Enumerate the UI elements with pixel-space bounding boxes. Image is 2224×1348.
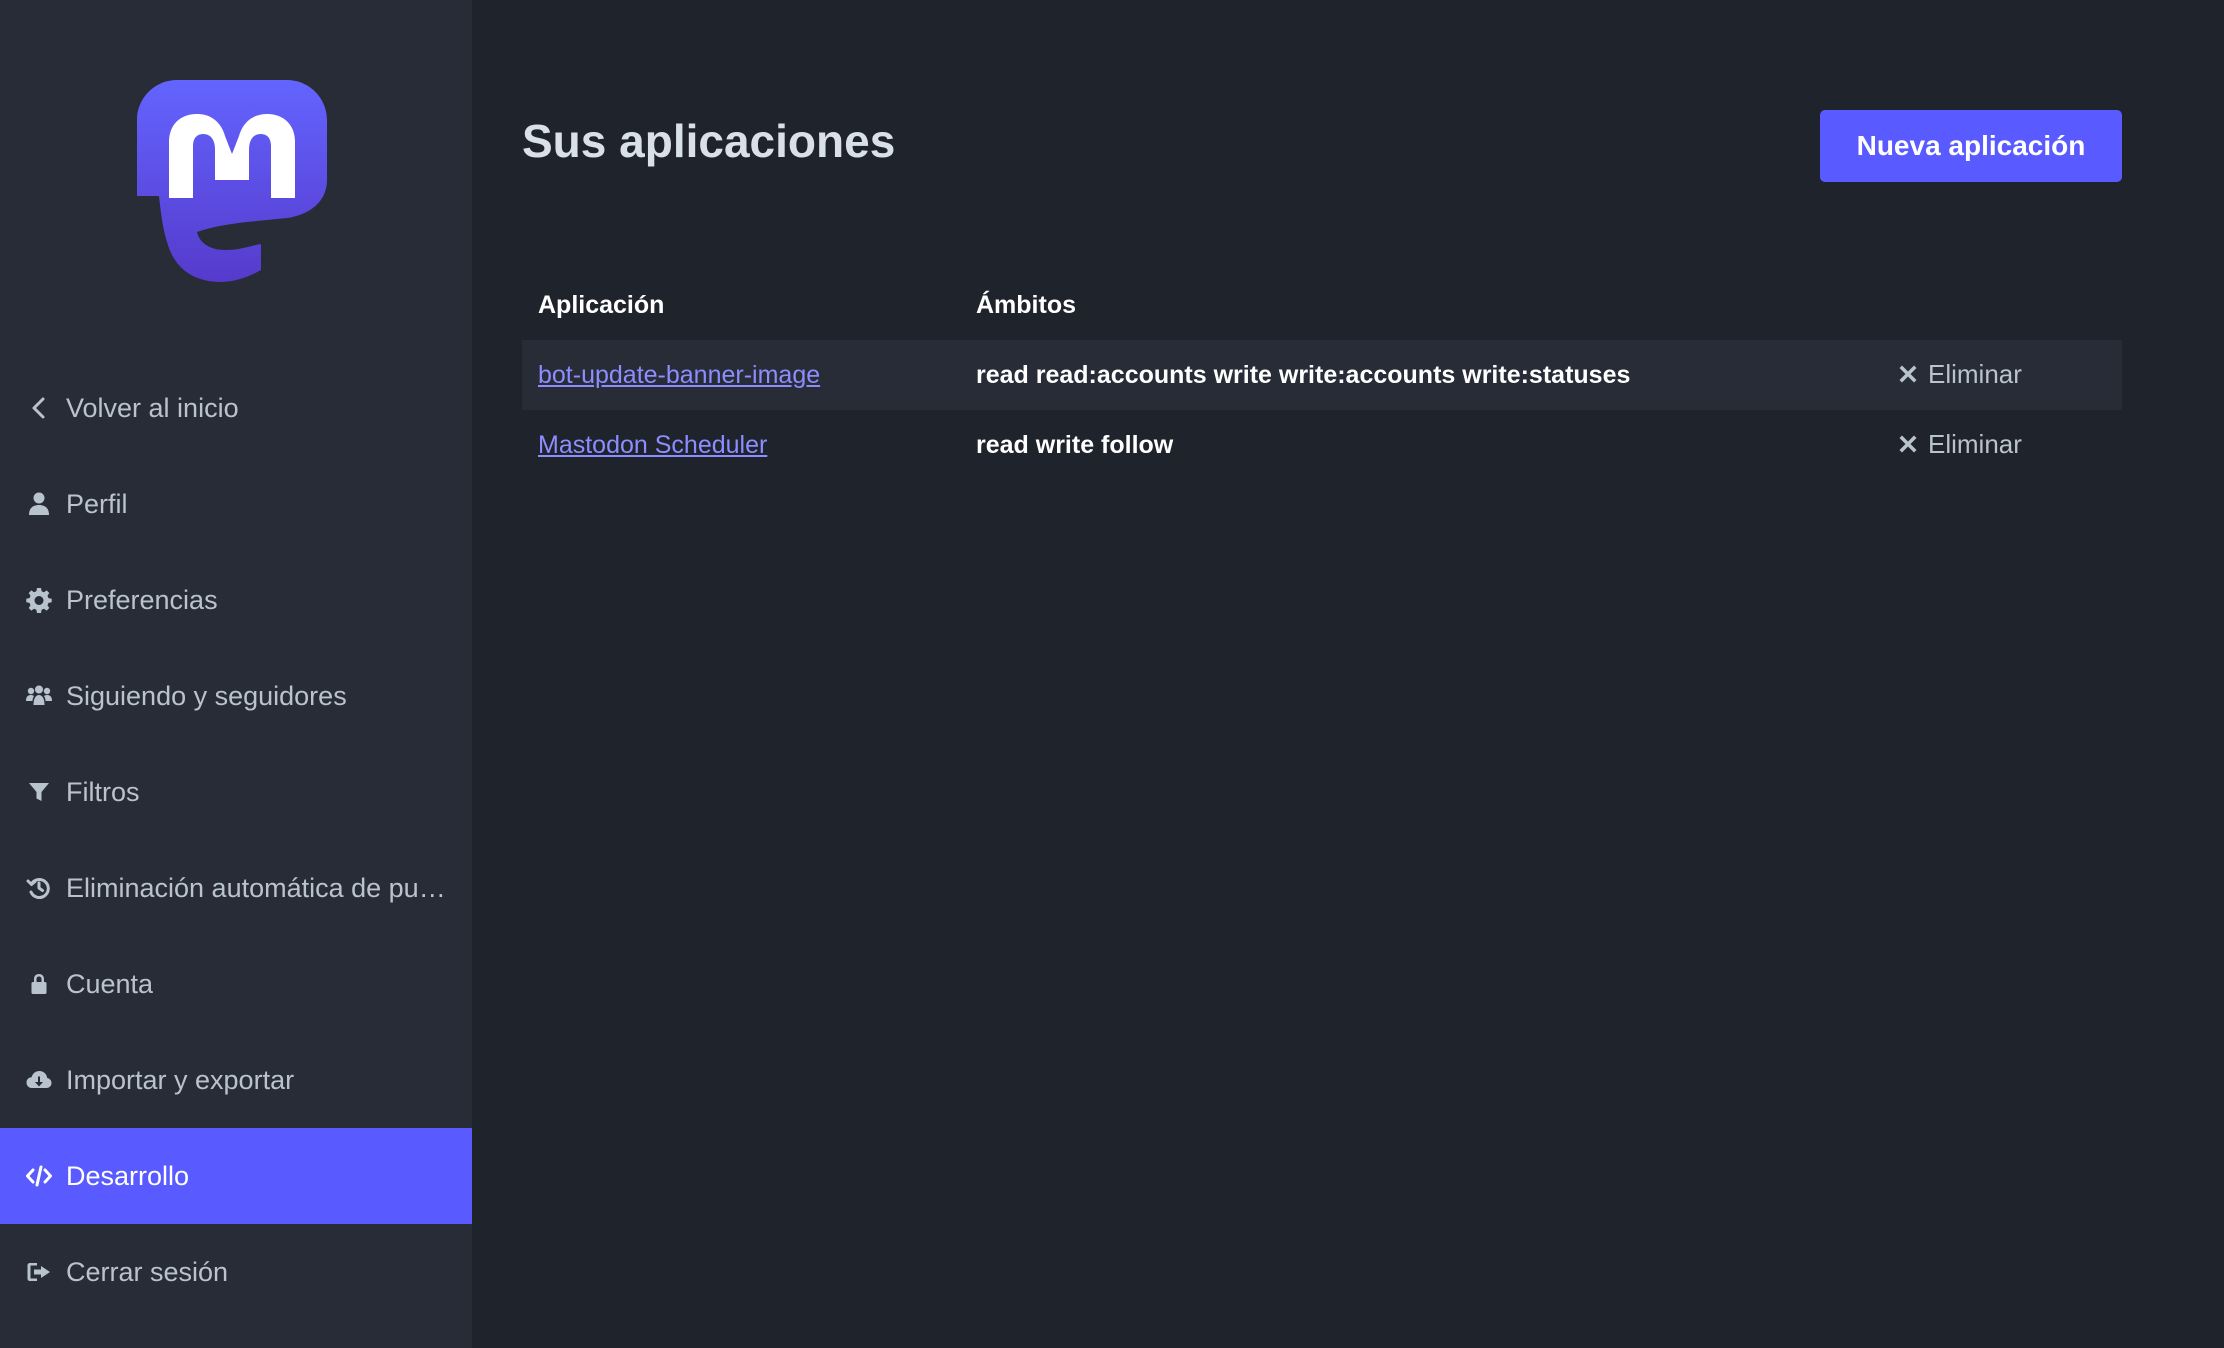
sidebar-item-label: Preferencias: [66, 584, 218, 615]
app-scopes-cell: read read:accounts write write:accounts …: [960, 340, 1882, 410]
code-icon: [24, 1161, 54, 1191]
delete-label: Eliminar: [1928, 358, 2022, 389]
sidebar-item-label: Perfil: [66, 488, 128, 519]
app-scopes-cell: read write follow: [976, 430, 1174, 459]
sidebar-item-label: Siguiendo y seguidores: [66, 680, 347, 711]
sidebar-item-filters[interactable]: Filtros: [0, 744, 472, 840]
sidebar-item-label: Importar y exportar: [66, 1064, 295, 1095]
main-content: Sus aplicaciones Nueva aplicación Aplica…: [472, 0, 2224, 1348]
app-actions-cell: Eliminar: [1882, 340, 2122, 410]
close-icon: [1899, 365, 1917, 383]
sidebar-item-import-export[interactable]: Importar y exportar: [0, 1032, 472, 1128]
app-actions-cell: Eliminar: [1882, 410, 2122, 480]
sidebar: Volver al inicio Perfil Preferencias Sig…: [0, 0, 472, 1348]
users-icon: [24, 681, 54, 711]
sign-out-icon: [24, 1257, 54, 1287]
sidebar-item-preferences[interactable]: Preferencias: [0, 552, 472, 648]
column-header-scopes: Ámbitos: [976, 290, 1076, 319]
history-icon: [24, 873, 54, 903]
new-application-button[interactable]: Nueva aplicación: [1820, 110, 2122, 182]
sidebar-item-label: Volver al inicio: [66, 392, 239, 423]
table-row: bot-update-banner-image read read:accoun…: [522, 340, 2122, 410]
app-link[interactable]: bot-update-banner-image: [538, 361, 820, 389]
delete-app-button[interactable]: Eliminar: [1898, 429, 2022, 460]
app-name-cell: bot-update-banner-image: [522, 340, 960, 410]
user-icon: [24, 489, 54, 519]
filter-icon: [24, 777, 54, 807]
sidebar-item-auto-delete[interactable]: Eliminación automática de publicaciones: [0, 840, 472, 936]
sidebar-item-development[interactable]: Desarrollo: [0, 1128, 472, 1224]
delete-app-button[interactable]: Eliminar: [1898, 359, 2022, 390]
cloud-download-icon: [24, 1065, 54, 1095]
app-name-cell: Mastodon Scheduler: [522, 410, 960, 480]
sidebar-item-logout[interactable]: Cerrar sesión: [0, 1224, 472, 1320]
app-root: Volver al inicio Perfil Preferencias Sig…: [0, 0, 2224, 1348]
mastodon-logo-icon[interactable]: [137, 80, 328, 282]
app-link[interactable]: Mastodon Scheduler: [538, 431, 767, 459]
sidebar-item-label: Cuenta: [66, 968, 154, 999]
sidebar-item-relationships[interactable]: Siguiendo y seguidores: [0, 648, 472, 744]
delete-label: Eliminar: [1928, 428, 2022, 459]
gear-icon: [24, 585, 54, 615]
page-title: Sus aplicaciones: [522, 115, 896, 167]
sidebar-item-profile[interactable]: Perfil: [0, 456, 472, 552]
applications-table: Aplicación Ámbitos bot-update-banner-ima…: [522, 270, 2122, 480]
chevron-left-icon: [24, 393, 54, 423]
sidebar-item-label: Filtros: [66, 776, 140, 807]
sidebar-item-label: Cerrar sesión: [66, 1256, 229, 1287]
lock-icon: [24, 969, 54, 999]
sidebar-item-account[interactable]: Cuenta: [0, 936, 472, 1032]
sidebar-item-label: Eliminación automática de publicaciones: [66, 872, 450, 903]
table-header-row: Aplicación Ámbitos: [522, 270, 2122, 340]
sidebar-nav: Volver al inicio Perfil Preferencias Sig…: [0, 360, 472, 1320]
column-header-application: Aplicación: [538, 290, 665, 319]
sidebar-item-back-home[interactable]: Volver al inicio: [0, 360, 472, 456]
close-icon: [1899, 435, 1917, 453]
sidebar-item-label: Desarrollo: [66, 1160, 190, 1191]
table-row: Mastodon Scheduler read write follow Eli…: [522, 410, 2122, 480]
column-header-actions: [1882, 270, 2122, 340]
